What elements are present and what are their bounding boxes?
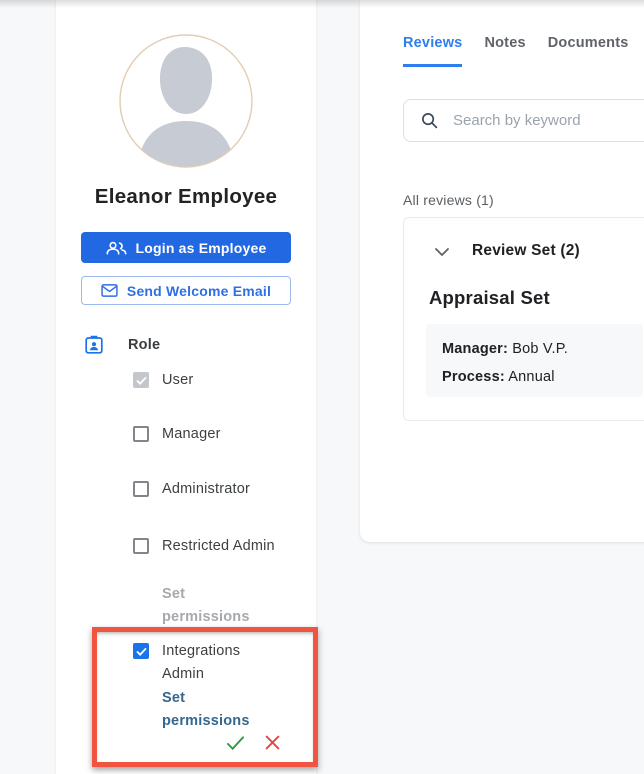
role-label-manager: Manager <box>162 426 221 442</box>
avatar <box>119 34 253 168</box>
employee-detail-panel: Reviews Notes Documents All reviews (1) … <box>360 0 644 542</box>
review-set-title: Review Set (2) <box>472 242 580 259</box>
checkbox-restricted-admin[interactable] <box>133 538 149 554</box>
manager-value: Bob V.P. <box>512 341 568 357</box>
checkbox-user <box>133 372 149 388</box>
send-welcome-button-label: Send Welcome Email <box>126 282 272 299</box>
login-as-employee-button[interactable]: Login as Employee <box>81 232 291 263</box>
send-welcome-email-button[interactable]: Send Welcome Email <box>81 276 291 305</box>
process-value: Annual <box>508 369 555 385</box>
appraisal-set-title[interactable]: Appraisal Set <box>429 287 550 309</box>
role-label-user: User <box>162 372 194 388</box>
login-button-label: Login as Employee <box>135 239 267 256</box>
appraisal-meta-box: Manager: Bob V.P. Process: Annual <box>426 324 643 397</box>
set-permissions-restricted-link: Set permissions <box>162 586 250 625</box>
role-section-label: Role <box>128 337 161 353</box>
set-permissions-integrations-link[interactable]: Set permissions <box>162 687 274 733</box>
chevron-down-icon[interactable] <box>435 248 449 256</box>
process-label: Process: <box>442 369 505 385</box>
pending-change-actions <box>226 735 280 751</box>
all-reviews-count: All reviews (1) <box>403 192 494 208</box>
role-section-header: Role <box>84 335 160 355</box>
manager-label: Manager: <box>442 341 509 357</box>
process-line: Process: Annual <box>442 363 643 391</box>
tab-documents[interactable]: Documents <box>548 35 629 67</box>
role-option-restricted-admin[interactable]: Restricted Admin <box>133 535 280 558</box>
role-option-administrator[interactable]: Administrator <box>133 478 280 501</box>
review-set-card: Review Set (2) Appraisal Set Manager: Bo… <box>403 217 644 421</box>
people-icon <box>106 241 127 255</box>
role-option-manager[interactable]: Manager <box>133 423 280 446</box>
red-x-icon[interactable] <box>265 735 280 751</box>
role-label-restricted-admin: Restricted Admin <box>162 538 275 554</box>
tab-reviews[interactable]: Reviews <box>403 35 463 67</box>
search-icon <box>421 112 438 129</box>
role-option-user[interactable]: User <box>133 369 280 392</box>
employee-name: Eleanor Employee <box>94 185 278 208</box>
badge-id-icon <box>84 335 104 355</box>
green-check-icon[interactable] <box>226 735 245 751</box>
detail-tabs: Reviews Notes Documents <box>403 35 644 67</box>
review-set-header[interactable]: Review Set (2) <box>435 242 580 260</box>
envelope-icon <box>101 284 118 297</box>
checkbox-manager[interactable] <box>133 426 149 442</box>
manager-line: Manager: Bob V.P. <box>442 335 643 363</box>
checkbox-administrator[interactable] <box>133 481 149 497</box>
role-label-administrator: Administrator <box>162 481 251 497</box>
role-option-integrations-admin[interactable]: Integrations Admin <box>133 640 280 686</box>
search-input[interactable] <box>451 111 644 130</box>
employee-profile-panel: Eleanor Employee Login as Employee Send … <box>56 0 316 774</box>
tab-notes[interactable]: Notes <box>484 35 525 67</box>
checkbox-integrations-admin[interactable] <box>133 643 149 659</box>
role-label-integrations-admin: Integrations Admin <box>162 643 241 682</box>
review-search-box[interactable] <box>403 99 644 142</box>
